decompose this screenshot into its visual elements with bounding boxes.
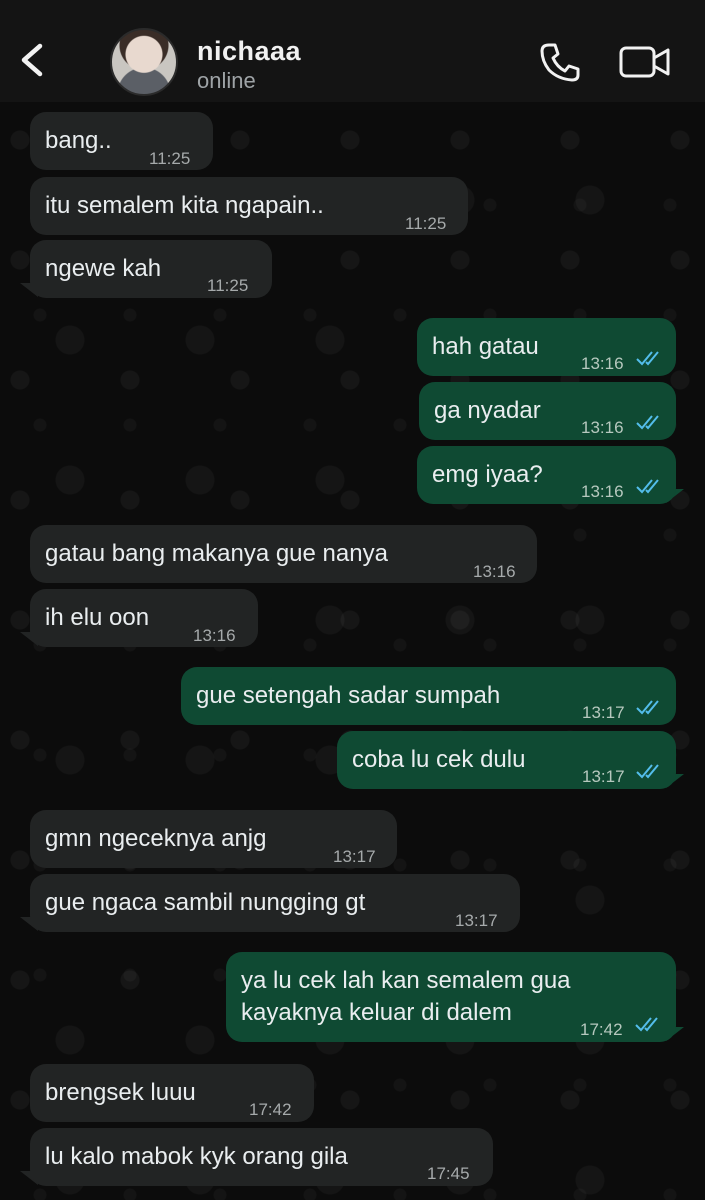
double-check-icon — [636, 764, 659, 779]
message-time: 13:17 — [582, 767, 625, 786]
message-time: 13:16 — [193, 626, 236, 645]
message-text: ih elu oon — [45, 604, 150, 631]
double-check-icon — [636, 351, 659, 366]
message-text: hah gatau — [432, 333, 539, 360]
avatar[interactable] — [110, 28, 178, 96]
chevron-left-icon[interactable] — [16, 40, 52, 80]
message-time: 13:17 — [455, 911, 498, 930]
message-text: brengsek luuu — [45, 1079, 196, 1106]
message-time: 13:17 — [582, 703, 625, 722]
message-text-line-2: kayaknya keluar di dalem — [241, 999, 512, 1026]
message-time: 17:42 — [249, 1100, 292, 1119]
message-text: gue setengah sadar sumpah — [196, 682, 501, 709]
video-camera-icon[interactable] — [618, 42, 672, 82]
outgoing-message[interactable]: gue setengah sadar sumpah 13:17 — [181, 667, 676, 725]
message-time: 13:16 — [581, 418, 624, 437]
message-text: coba lu cek dulu — [352, 746, 526, 773]
incoming-message[interactable]: gmn ngeceknya anjg 13:17 — [30, 810, 397, 868]
message-text: itu semalem kita ngapain.. — [45, 192, 324, 219]
double-check-icon — [635, 1017, 658, 1032]
outgoing-message[interactable]: ya lu cek lah kan semalem gua kayaknya k… — [226, 952, 676, 1042]
chat-header: nichaaa online — [0, 0, 705, 102]
message-time: 17:45 — [427, 1164, 470, 1183]
message-time: 17:42 — [580, 1020, 623, 1039]
message-text: emg iyaa? — [432, 461, 543, 488]
incoming-message[interactable]: itu semalem kita ngapain.. 11:25 — [30, 177, 468, 235]
message-time: 11:25 — [207, 276, 249, 295]
message-text: gatau bang makanya gue nanya — [45, 540, 388, 567]
outgoing-message[interactable]: coba lu cek dulu 13:17 — [337, 731, 676, 789]
message-text: ga nyadar — [434, 397, 541, 424]
message-text-line-1: ya lu cek lah kan semalem gua — [241, 967, 571, 994]
incoming-message[interactable]: brengsek luuu 17:42 — [30, 1064, 314, 1122]
message-text: gmn ngeceknya anjg — [45, 825, 267, 852]
incoming-message[interactable]: lu kalo mabok kyk orang gila 17:45 — [30, 1128, 493, 1186]
outgoing-message[interactable]: hah gatau 13:16 — [417, 318, 676, 376]
outgoing-message[interactable]: ga nyadar 13:16 — [419, 382, 676, 440]
contact-name[interactable]: nichaaa — [197, 36, 301, 67]
message-text: bang.. — [45, 127, 112, 154]
message-time: 13:16 — [473, 562, 516, 581]
message-time: 11:25 — [149, 149, 191, 168]
message-text: gue ngaca sambil nungging gt — [45, 889, 366, 916]
outgoing-message[interactable]: emg iyaa? 13:16 — [417, 446, 676, 504]
message-time: 13:16 — [581, 482, 624, 501]
double-check-icon — [636, 479, 659, 494]
message-time: 13:16 — [581, 354, 624, 373]
contact-status: online — [197, 68, 256, 93]
phone-icon[interactable] — [538, 40, 582, 84]
message-text: ngewe kah — [45, 255, 162, 282]
double-check-icon — [636, 700, 659, 715]
incoming-message[interactable]: ngewe kah 11:25 — [30, 240, 272, 298]
incoming-message[interactable]: ih elu oon 13:16 — [30, 589, 258, 647]
message-time: 11:25 — [405, 214, 447, 233]
message-text: lu kalo mabok kyk orang gila — [45, 1143, 348, 1170]
incoming-message[interactable]: bang.. 11:25 — [30, 112, 213, 170]
incoming-message[interactable]: gatau bang makanya gue nanya 13:16 — [30, 525, 537, 583]
double-check-icon — [636, 415, 659, 430]
message-time: 13:17 — [333, 847, 376, 866]
incoming-message[interactable]: gue ngaca sambil nungging gt 13:17 — [30, 874, 520, 932]
